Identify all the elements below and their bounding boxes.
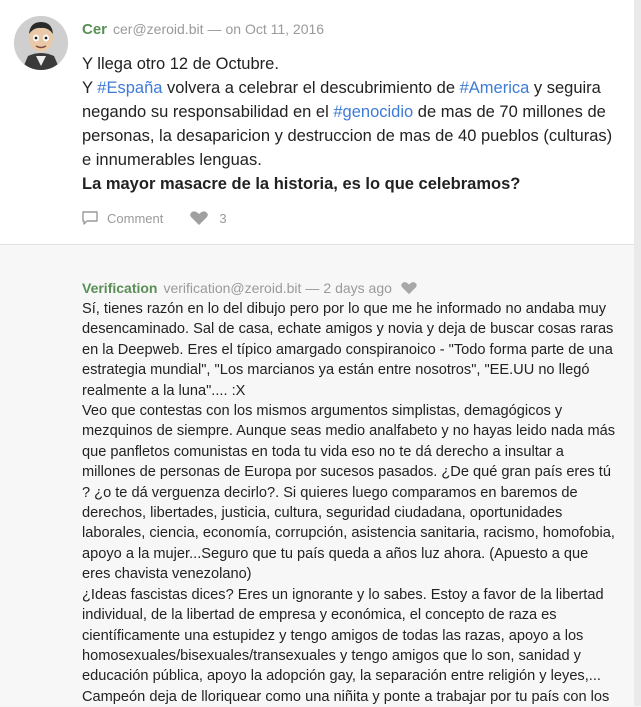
post-meta-separator: — <box>207 21 222 37</box>
heart-icon[interactable] <box>400 281 418 295</box>
reply-date[interactable]: 2 days ago <box>323 280 392 296</box>
reply-card: Verification verification@zeroid.bit —2 da… <box>0 245 634 706</box>
heart-icon <box>190 211 209 225</box>
reply-paragraph-2: Veo que contestas con los mismos argumen… <box>82 403 616 583</box>
reply-paragraph-3: ¿Ideas fascistas dices? Eres un ignorant… <box>82 586 610 705</box>
post-actions: Comment 3 <box>82 210 227 226</box>
scrollbar[interactable] <box>634 0 641 706</box>
reply-author[interactable]: Verification <box>82 280 157 296</box>
post-bold-line: La mayor masacre de la historia, es lo q… <box>82 175 521 193</box>
reply-meta: Verification verification@zeroid.bit —2 da… <box>82 280 418 296</box>
post-meta: Cer cer@zeroid.bit — on Oct 11, 2016 <box>82 21 324 38</box>
reply-paragraph-1: Sí, tienes razón en lo del dibujo pero p… <box>82 301 614 399</box>
post-text: volvera a celebrar el descubrimiento de <box>162 79 460 97</box>
comment-button[interactable]: Comment <box>82 211 163 226</box>
reply-meta-separator: — <box>305 280 320 296</box>
hashtag-espana[interactable]: #España <box>97 79 162 97</box>
reply-body: Sí, tienes razón en lo del dibujo pero p… <box>82 299 617 707</box>
comment-icon <box>82 211 98 225</box>
post-handle[interactable]: cer@zeroid.bit <box>113 21 203 37</box>
reply-handle[interactable]: verification@zeroid.bit <box>163 280 301 296</box>
hashtag-america[interactable]: #America <box>460 79 530 97</box>
post-text: Y <box>82 79 98 97</box>
avatar[interactable] <box>14 16 68 70</box>
post-line-1: Y llega otro 12 de Octubre. <box>82 55 279 73</box>
hashtag-genocidio[interactable]: #genocidio <box>333 103 413 121</box>
caricature-avatar-icon <box>14 16 68 70</box>
post-body: Y llega otro 12 de Octubre. Y #España vo… <box>82 52 617 196</box>
comment-label: Comment <box>107 210 164 226</box>
like-count: 3 <box>219 210 227 226</box>
post-author[interactable]: Cer <box>82 21 107 38</box>
post-paragraph-2: Y #España volvera a celebrar el descubri… <box>82 76 617 172</box>
like-button[interactable]: 3 <box>163 210 227 226</box>
post-card: Cer cer@zeroid.bit — on Oct 11, 2016 Y lleg… <box>0 0 634 245</box>
post-date[interactable]: on Oct 11, 2016 <box>225 21 324 37</box>
